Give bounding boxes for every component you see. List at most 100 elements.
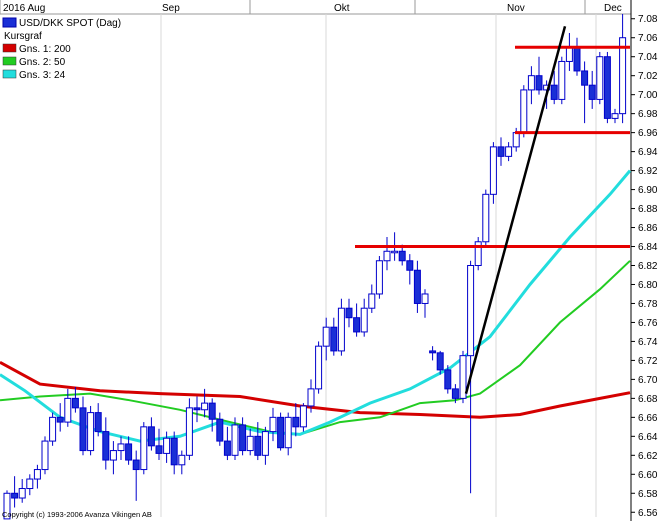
y-tick-label: 6.98: [638, 109, 658, 120]
candle-body: [18, 488, 26, 499]
candle-body: [56, 416, 64, 423]
candle-body: [429, 350, 437, 354]
x-tick-label: Dec: [604, 3, 622, 14]
candle-body: [413, 269, 421, 304]
candle-body: [201, 402, 209, 411]
y-tick-label: 7.00: [638, 90, 658, 101]
candle-body: [360, 307, 368, 333]
candle-body: [558, 60, 566, 100]
x-tick-label: Okt: [334, 3, 350, 14]
candle-body: [383, 250, 391, 262]
y-tick-label: 6.82: [638, 261, 658, 272]
candle-body: [132, 459, 140, 471]
candle-body: [125, 443, 133, 461]
legend-title: USD/DKK SPOT (Dag): [19, 18, 121, 29]
candle-body: [49, 416, 57, 442]
candle-body: [193, 407, 201, 411]
candle-body: [603, 56, 611, 119]
y-tick-label: 6.94: [638, 147, 658, 158]
candle-body: [505, 146, 513, 157]
candle: [87, 405, 95, 456]
y-tick-label: 6.90: [638, 185, 658, 196]
candle-body: [512, 132, 520, 148]
candle-body: [550, 84, 558, 100]
candle-body: [330, 326, 338, 352]
y-tick-label: 7.08: [638, 14, 658, 25]
candle: [315, 341, 323, 394]
candle-body: [71, 397, 79, 409]
candle: [41, 436, 49, 475]
x-tick-label: Sep: [162, 3, 180, 14]
legend-swatch: [2, 43, 17, 53]
y-tick-label: 7.02: [638, 71, 658, 82]
candle-body: [254, 435, 262, 456]
y-tick-label: 6.58: [638, 489, 658, 500]
legend-label: Kursgraf: [4, 31, 42, 42]
candle-body: [41, 440, 49, 471]
legend-swatch: [2, 17, 17, 28]
candle-body: [269, 416, 277, 433]
candle-body: [33, 469, 41, 480]
candle: [444, 365, 452, 394]
candle-body: [565, 46, 573, 62]
candle-body: [375, 260, 383, 295]
candle-body: [64, 397, 72, 423]
x-tick-label: Nov: [507, 3, 525, 14]
candle-body: [520, 89, 528, 134]
y-tick-label: 6.92: [638, 166, 658, 177]
candle-body: [406, 260, 414, 271]
candle-body: [307, 388, 315, 407]
x-tick-label: 2016 Aug: [3, 3, 45, 14]
y-tick-label: 6.56: [638, 508, 658, 519]
candle-body: [155, 445, 163, 454]
candle: [474, 237, 482, 271]
candle-body: [170, 437, 178, 466]
candle-body: [345, 307, 353, 319]
candle-body: [315, 345, 323, 390]
candle-body: [94, 412, 102, 433]
candle: [482, 189, 490, 247]
legend-swatch: [2, 56, 17, 66]
candle-body: [11, 492, 19, 499]
candle-body: [391, 250, 399, 254]
candle-body: [436, 352, 444, 371]
candle-body: [102, 431, 110, 461]
candle-body: [239, 424, 247, 452]
candle-body: [261, 431, 269, 456]
candle-body: [527, 75, 535, 91]
y-tick-label: 6.68: [638, 394, 658, 405]
candle-body: [163, 437, 171, 454]
candle-body: [147, 426, 155, 447]
candle-body: [459, 355, 467, 399]
candle-body: [451, 388, 459, 399]
candle-body: [588, 84, 596, 100]
candle: [140, 422, 148, 475]
y-tick-label: 6.60: [638, 470, 658, 481]
y-tick-label: 7.06: [638, 33, 658, 44]
candle-body: [482, 193, 490, 243]
candle-body: [619, 37, 627, 115]
candle: [185, 398, 193, 461]
candle-body: [421, 293, 429, 304]
candle-body: [246, 435, 254, 452]
candle-body: [322, 326, 330, 347]
candle-body: [79, 407, 87, 452]
candle: [603, 51, 611, 124]
candle-body: [467, 265, 475, 357]
candle-body: [497, 146, 505, 157]
y-tick-label: 6.66: [638, 413, 658, 424]
candle-body: [231, 424, 239, 456]
candle-body: [398, 250, 406, 262]
legend-swatch: [2, 69, 17, 79]
y-tick-label: 6.72: [638, 356, 658, 367]
candle: [375, 256, 383, 299]
y-tick-label: 6.86: [638, 223, 658, 234]
candle-body: [596, 56, 604, 100]
candle-body: [573, 46, 581, 72]
candle: [596, 51, 604, 105]
candle-body: [208, 402, 216, 420]
y-tick-label: 6.80: [638, 280, 658, 291]
candle-body: [109, 450, 117, 461]
y-tick-label: 7.04: [638, 52, 658, 63]
candle-body: [284, 416, 292, 449]
